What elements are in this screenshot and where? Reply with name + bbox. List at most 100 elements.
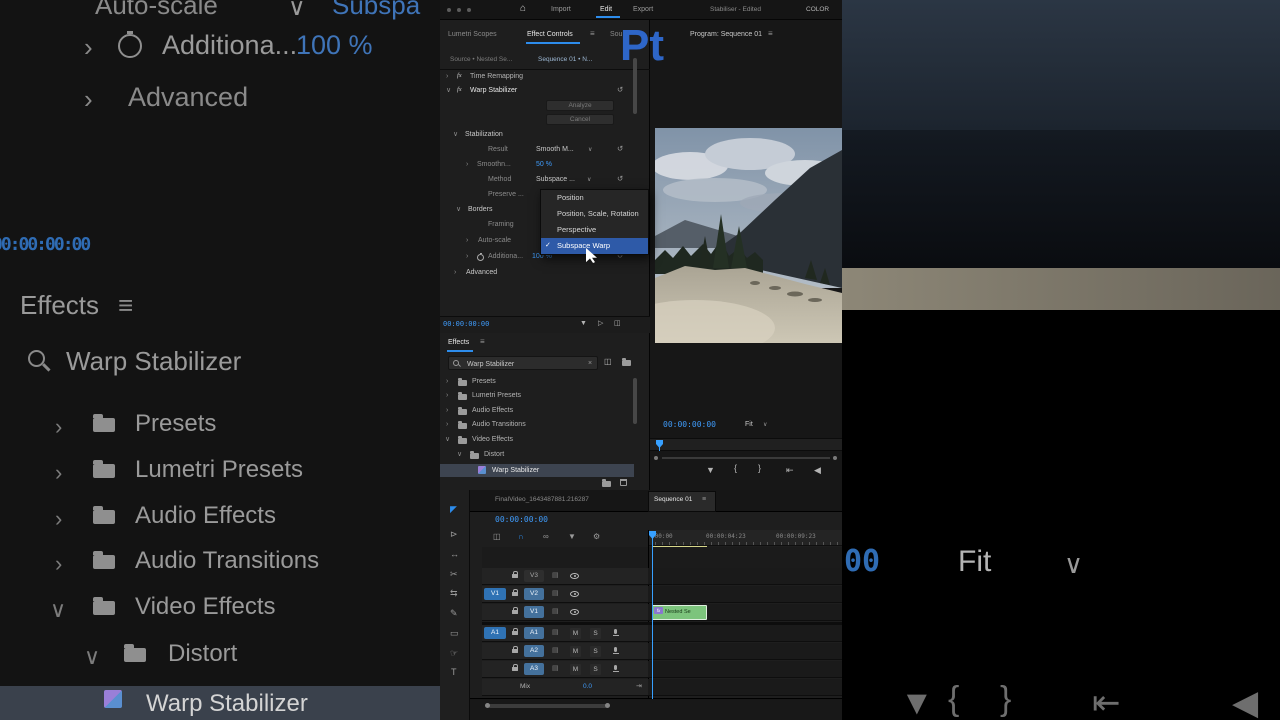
lock-icon[interactable] <box>512 664 518 671</box>
new-bin-icon[interactable] <box>622 358 631 366</box>
lock-icon[interactable] <box>512 571 518 578</box>
track-lane-a2[interactable] <box>648 643 842 660</box>
track-lane-a1[interactable] <box>648 625 842 642</box>
new-preset-bin-icon[interactable]: ◫ <box>604 358 612 366</box>
chevron-down-icon[interactable]: ∨ <box>763 422 767 428</box>
program-mini-timeline[interactable] <box>650 438 842 451</box>
reset-icon[interactable]: ↺ <box>617 145 623 153</box>
sync-lock-icon[interactable]: ▤ <box>552 608 559 615</box>
mix-end-icon[interactable]: ⇥ <box>636 683 642 690</box>
panel-menu-icon[interactable]: ≡ <box>702 496 706 503</box>
method-dropdown[interactable]: Subspace ... <box>536 176 575 183</box>
track-badge-a1[interactable]: A1 <box>524 627 544 639</box>
smoothness-value[interactable]: 50 % <box>536 161 552 168</box>
source-patch-a1[interactable]: A1 <box>484 627 506 639</box>
voiceover-mic-icon[interactable] <box>612 647 619 654</box>
track-badge-a2[interactable]: A2 <box>524 645 544 657</box>
track-badge-v3[interactable]: V3 <box>524 570 544 582</box>
track-lane-v2[interactable] <box>648 586 842 603</box>
chevron-down-icon[interactable]: ∨ <box>457 451 462 458</box>
tab-effect-controls[interactable]: Effect Controls <box>527 31 573 38</box>
track-lane-a3[interactable] <box>648 661 842 678</box>
chevron-right-icon[interactable]: › <box>466 161 468 168</box>
lock-icon[interactable] <box>512 607 518 614</box>
timeline-playhead-line[interactable] <box>652 531 653 699</box>
mix-value[interactable]: 0.0 <box>583 683 592 691</box>
timeline-settings-icon[interactable]: ⚙ <box>593 533 600 541</box>
section-advanced[interactable]: Advanced <box>466 269 497 276</box>
track-select-tool[interactable]: ⊳ <box>450 530 458 539</box>
effect-time-remapping[interactable]: Time Remapping <box>470 73 523 80</box>
section-stabilization[interactable]: Stabilization <box>465 131 503 138</box>
sync-lock-icon[interactable]: ▤ <box>552 647 559 654</box>
lock-icon[interactable] <box>512 628 518 635</box>
effect-controls-timecode[interactable]: 00:00:00:00 <box>443 321 489 328</box>
menu-item-position[interactable]: Position <box>541 190 648 206</box>
chevron-right-icon[interactable]: › <box>446 378 448 385</box>
clip-tab-sequence[interactable]: Sequence 01 • N... <box>538 56 592 64</box>
section-borders[interactable]: Borders <box>468 206 493 213</box>
workspace-label[interactable]: COLOR <box>806 6 829 14</box>
export-frame-icon[interactable]: ◫ <box>614 320 621 327</box>
tab-program[interactable]: Program: Sequence 01 <box>690 31 762 38</box>
tab-finalvideo[interactable]: FinalVideo_1643487881.216287 <box>495 496 589 504</box>
menu-edit[interactable]: Edit <box>600 6 612 13</box>
menu-item-perspective[interactable]: Perspective <box>541 222 648 238</box>
menu-item-subspace-warp[interactable]: ✓ Subspace Warp <box>541 238 648 254</box>
program-scrollbar[interactable] <box>662 457 830 459</box>
new-folder-icon[interactable] <box>602 479 611 487</box>
timeline-timecode[interactable]: 00:00:00:00 <box>495 516 548 524</box>
solo-button[interactable]: S <box>590 664 601 675</box>
scrollbar-thumb[interactable] <box>633 378 637 424</box>
chevron-down-icon[interactable]: ∨ <box>446 87 451 94</box>
hand-tool[interactable]: ☞ <box>450 649 458 658</box>
chevron-right-icon[interactable]: › <box>446 392 448 399</box>
add-marker-button[interactable]: ▼ <box>706 466 715 475</box>
chevron-right-icon[interactable]: › <box>466 237 468 244</box>
solo-button[interactable]: S <box>590 628 601 639</box>
solo-button[interactable]: S <box>590 646 601 657</box>
chevron-down-icon[interactable]: ∨ <box>588 147 592 153</box>
ripple-edit-tool[interactable]: ↔ <box>450 550 459 559</box>
eye-icon[interactable] <box>570 591 579 597</box>
chevron-right-icon[interactable]: › <box>454 269 456 276</box>
scrollbar-handle[interactable] <box>833 456 837 460</box>
mute-button[interactable]: M <box>570 664 581 675</box>
slip-tool[interactable]: ⇆ <box>450 589 458 598</box>
home-icon[interactable]: ⌂ <box>520 4 526 14</box>
panel-menu-icon[interactable]: ≡ <box>590 30 595 38</box>
sync-lock-icon[interactable]: ▤ <box>552 590 559 597</box>
clip-tab-source[interactable]: Source • Nested Se... <box>450 56 512 64</box>
window-control-dot[interactable] <box>457 8 461 12</box>
voiceover-mic-icon[interactable] <box>612 629 619 636</box>
tab-lumetri-scopes[interactable]: Lumetri Scopes <box>448 31 497 38</box>
chevron-right-icon[interactable]: › <box>466 253 468 260</box>
filter-funnel-icon[interactable]: ▼ <box>580 320 587 327</box>
selection-tool[interactable]: ◤ <box>450 505 457 514</box>
chevron-down-icon[interactable]: ∨ <box>453 131 458 138</box>
pen-tool[interactable]: ✎ <box>450 609 458 618</box>
mark-in-button[interactable]: { <box>734 464 737 473</box>
scrollbar-handle[interactable] <box>654 456 658 460</box>
snap-toggle-icon[interactable]: ∩ <box>518 533 524 541</box>
panel-menu-icon[interactable]: ≡ <box>480 338 485 346</box>
search-value[interactable]: Warp Stabilizer <box>467 361 514 368</box>
rectangle-tool[interactable]: ▭ <box>450 629 459 638</box>
nest-toggle-icon[interactable]: ◫ <box>493 533 501 541</box>
tab-effects[interactable]: Effects <box>448 339 469 346</box>
menu-import[interactable]: Import <box>551 6 571 13</box>
scrollbar-handle[interactable] <box>605 703 610 708</box>
analyze-button[interactable]: Analyze <box>546 100 614 111</box>
add-marker-icon[interactable]: ▼ <box>568 533 576 541</box>
lock-icon[interactable] <box>512 646 518 653</box>
track-lane-v3[interactable] <box>648 568 842 585</box>
menu-item-position-scale-rotation[interactable]: Position, Scale, Rotation <box>541 206 648 222</box>
clip-nested-sequence[interactable]: fx Nested Se <box>652 605 707 620</box>
clear-search-icon[interactable]: × <box>588 360 592 367</box>
sync-lock-icon[interactable]: ▤ <box>552 665 559 672</box>
razor-tool[interactable]: ✂ <box>450 570 458 579</box>
window-control-dot[interactable] <box>467 8 471 12</box>
source-patch-v1[interactable]: V1 <box>484 588 506 600</box>
eye-icon[interactable] <box>570 609 579 615</box>
window-control-dot[interactable] <box>447 8 451 12</box>
